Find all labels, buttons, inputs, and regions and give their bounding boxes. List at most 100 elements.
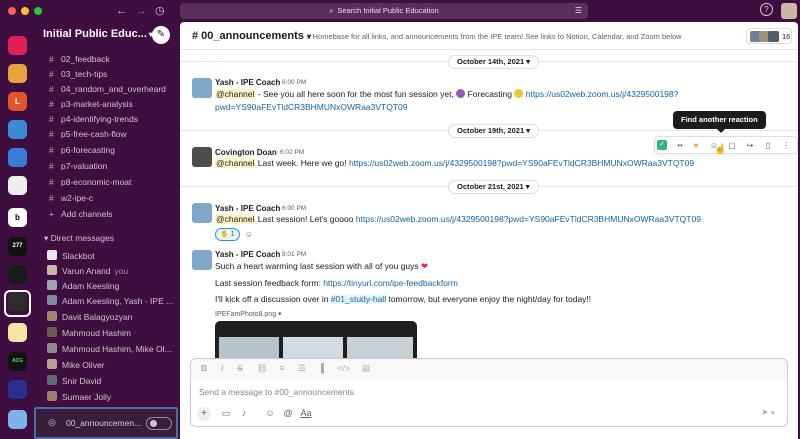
zoom-link[interactable]: https://us02web.zoom.us/j/4329500198?pwd… [356, 214, 701, 224]
message-input[interactable]: Send a message to #00_announcements [199, 387, 354, 397]
add-channels-button[interactable]: + Add channels [36, 207, 178, 222]
message-timestamp[interactable]: 6:00 PM [282, 79, 306, 86]
sidebar-dm[interactable]: Mike Oliver [36, 358, 178, 373]
raised-hands-emoji-button[interactable]: ♥ [689, 139, 703, 152]
bookmark-icon[interactable]: ▯ [761, 139, 775, 152]
huddle-toggle[interactable] [146, 417, 172, 430]
minimize-window-button[interactable] [21, 7, 29, 15]
attach-plus-icon[interactable]: + [197, 407, 211, 421]
compose-icon[interactable]: ✎ [152, 26, 170, 44]
sidebar-channel[interactable]: # p7-valuation [36, 159, 178, 174]
message-timestamp[interactable]: 6:00 PM [282, 205, 306, 212]
avatar[interactable] [192, 203, 212, 223]
sidebar-channel[interactable]: # p4-identifying-trends [36, 112, 178, 127]
search-filter-icon[interactable]: ☰ [575, 3, 582, 19]
message-author[interactable]: Covington Doan [215, 148, 277, 157]
workspace-icon[interactable]: L [8, 92, 27, 111]
workspace-icon[interactable]: ACG [8, 352, 27, 371]
message-author[interactable]: Yash - IPE Coach [215, 250, 280, 259]
sidebar-dm[interactable]: Mahmoud Hashim, Mike Ol... [36, 342, 178, 357]
channel-mention[interactable]: @channel [215, 214, 256, 224]
sidebar-dm[interactable]: Sumaer Jolly [36, 390, 178, 405]
ordered-list-icon[interactable]: ≡ [275, 363, 289, 373]
channel-link[interactable]: #01_study-hall [330, 294, 387, 304]
close-window-button[interactable] [8, 7, 16, 15]
message-author[interactable]: Yash - IPE Coach [215, 78, 280, 87]
avatar[interactable] [192, 78, 212, 98]
channel-title[interactable]: # 00_announcements ▾ [192, 30, 311, 42]
back-arrow-icon[interactable]: ← [116, 4, 127, 18]
workspace-icon[interactable] [8, 176, 27, 195]
message-composer[interactable]: B I S ⛓ ≡ ☰ ▌ </> ▤ Send a message to #0… [190, 358, 788, 427]
sidebar-dm[interactable]: Adam Keesling [36, 279, 178, 294]
emoji-icon[interactable]: ☺ [263, 408, 277, 418]
feedback-link[interactable]: https://tinyurl.com/ipe-feedbackform [323, 278, 458, 288]
code-icon[interactable]: </> [337, 363, 351, 373]
chevron-down-icon[interactable]: ▾ [771, 410, 775, 417]
sidebar-dm[interactable]: Varun Anand you [36, 264, 178, 279]
workspace-icon[interactable] [8, 380, 27, 399]
sidebar-dm[interactable]: Adam Keesling, Yash - IPE ... [36, 294, 178, 309]
avatar[interactable] [192, 147, 212, 167]
dm-section-header[interactable]: ▾ Direct messages [44, 233, 114, 244]
sidebar-dm[interactable]: Mahmoud Hashim [36, 326, 178, 341]
link-icon[interactable]: ⛓ [255, 363, 269, 374]
date-pill[interactable]: October 19th, 2021 ▾ [448, 124, 539, 138]
workspace-icon[interactable] [8, 36, 27, 55]
strikethrough-icon[interactable]: S [233, 363, 247, 373]
help-icon[interactable]: ? [760, 3, 773, 16]
message-timestamp[interactable]: 6:02 PM [280, 149, 304, 156]
date-pill[interactable]: October 21st, 2021 ▾ [448, 180, 539, 194]
forward-arrow-icon[interactable]: → [136, 4, 147, 18]
sidebar-channel[interactable]: # p3-market-analysis [36, 97, 178, 112]
search-input[interactable]: ⌕ Search Initial Public Education ☰ [180, 3, 588, 19]
share-icon[interactable]: ↪ [743, 139, 757, 152]
text-format-icon[interactable]: Aa [299, 408, 313, 418]
channel-mention[interactable]: @channel [215, 89, 256, 99]
avatar[interactable] [192, 250, 212, 270]
sidebar-channel[interactable]: #03_tech-tips [36, 67, 178, 82]
sidebar-channel[interactable]: #02_feedback [36, 52, 178, 67]
workspace-name[interactable]: Initial Public Educ... ▾ [43, 28, 153, 40]
workspace-icon[interactable] [8, 265, 27, 284]
workspace-icon[interactable]: b [8, 208, 27, 227]
zoom-window-button[interactable] [34, 7, 42, 15]
workspace-icon[interactable] [8, 64, 27, 83]
sidebar-dm[interactable]: Davit Balagyozyan [36, 310, 178, 325]
more-actions-icon[interactable]: ⋮ [779, 139, 793, 152]
mention-icon[interactable]: @ [281, 408, 295, 418]
reaction-pill[interactable]: ✋ 1 [215, 228, 240, 241]
user-avatar[interactable] [781, 3, 797, 19]
sidebar-channel[interactable]: #04_random_and_overheard [36, 82, 178, 97]
workspace-icon[interactable] [8, 120, 27, 139]
italic-icon[interactable]: I [215, 363, 229, 373]
zoom-link[interactable]: https://us02web.zoom.us/j/4329500198?pwd… [349, 158, 694, 168]
members-button[interactable]: 16 [746, 28, 792, 44]
sidebar-channel[interactable]: # p8-economic-moat [36, 175, 178, 190]
add-reaction-icon[interactable]: ☺ [242, 228, 256, 241]
history-clock-icon[interactable]: ◷ [155, 4, 165, 18]
check-emoji-button[interactable]: ✓ [657, 140, 667, 150]
workspace-icon[interactable] [8, 410, 27, 429]
blockquote-icon[interactable]: ▌ [317, 363, 331, 373]
microphone-icon[interactable]: ♪ [237, 408, 251, 418]
video-clip-icon[interactable]: ▭ [219, 408, 233, 419]
workspace-icon[interactable]: 277 [8, 237, 27, 256]
sidebar-channel[interactable]: # w2-ipe-c [36, 191, 178, 206]
channel-mention[interactable]: @channel [215, 158, 256, 168]
sidebar-dm[interactable]: Snir David [36, 374, 178, 389]
code-block-icon[interactable]: ▤ [359, 363, 373, 374]
send-icon[interactable]: ➤ ▾ [761, 407, 775, 418]
message-author[interactable]: Yash - IPE Coach [215, 204, 280, 213]
reply-thread-icon[interactable]: ▢ [725, 139, 739, 152]
workspace-icon[interactable] [8, 148, 27, 167]
sidebar-dm[interactable]: Slackbot [36, 249, 178, 264]
sidebar-channel[interactable]: # p6-forecasting [36, 143, 178, 158]
channel-topic[interactable]: ⌂ Homebase for all links, and announceme… [306, 32, 682, 41]
bold-icon[interactable]: B [197, 363, 211, 373]
sidebar-channel[interactable]: # p5-free-cash-flow [36, 127, 178, 142]
huddle-bar[interactable]: ◎ 00_announcemen... [34, 407, 178, 439]
attachment-filename[interactable]: IPEFamPhoto8.png ▾ [215, 310, 282, 318]
bulleted-list-icon[interactable]: ☰ [295, 363, 309, 374]
date-pill[interactable]: October 14th, 2021 ▾ [448, 55, 539, 69]
